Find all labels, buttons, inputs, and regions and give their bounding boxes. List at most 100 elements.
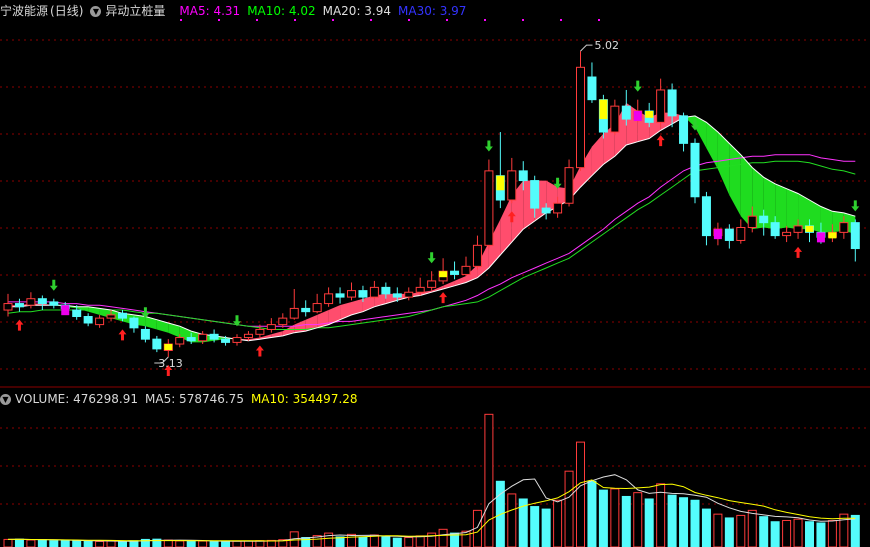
volume-bar <box>770 521 780 547</box>
candle-body <box>118 312 127 319</box>
volume-bar <box>827 519 837 547</box>
candle-body <box>232 337 242 343</box>
top-marker-dot <box>484 19 486 21</box>
ma-ribbon-segment <box>786 188 799 230</box>
candle-body <box>450 270 460 275</box>
candle-body <box>347 290 356 298</box>
volume-bar <box>14 538 24 547</box>
candle-body <box>621 105 631 120</box>
candle-body <box>369 286 379 298</box>
top-marker-dot <box>446 19 448 21</box>
volume-bar <box>72 540 82 547</box>
volume-bar <box>427 532 437 547</box>
volume-bar <box>243 540 253 547</box>
candle-body <box>209 333 219 340</box>
volume-bar <box>564 470 574 547</box>
volume-bar <box>713 513 723 547</box>
signal-yellow-bar <box>496 175 505 191</box>
volume-bar <box>747 509 757 547</box>
volume-bar <box>736 514 746 547</box>
candle-body <box>518 170 528 182</box>
volume-bar <box>644 498 654 547</box>
arrow-down-icon <box>851 200 860 212</box>
candle-body <box>507 170 517 201</box>
candle-body <box>610 105 620 133</box>
volume-bar <box>793 518 803 547</box>
top-marker-dot <box>408 19 410 21</box>
candle-body <box>484 170 494 246</box>
volume-bar <box>850 514 860 547</box>
candle-body <box>198 333 208 342</box>
volume-bar <box>60 539 70 547</box>
candle-body <box>656 89 666 123</box>
volume-bar <box>701 508 711 547</box>
stock-chart[interactable]: 5.02 3.13 <box>0 0 870 547</box>
top-marker-dot <box>370 19 372 21</box>
volume-bar <box>347 533 356 547</box>
top-marker-dot <box>256 19 258 21</box>
low-label: 3.13 <box>158 357 183 370</box>
volume-bar <box>507 493 517 547</box>
volume-bar <box>724 517 734 547</box>
volume-bar <box>415 535 425 547</box>
candle-body <box>850 222 860 250</box>
volume-bar <box>232 540 242 547</box>
volume-bar <box>805 521 814 547</box>
volume-bar <box>667 494 677 547</box>
volume-bar <box>759 516 769 547</box>
arrow-down-icon <box>49 279 58 291</box>
volume-bar <box>541 508 551 547</box>
candle-body <box>381 286 391 295</box>
signal-yellow-bar <box>645 111 654 118</box>
candle-body <box>95 317 105 326</box>
candle-body <box>335 293 345 298</box>
ma-ribbon-segment <box>500 195 512 256</box>
candle-body <box>839 222 849 233</box>
volume-bar <box>633 492 643 547</box>
candle-body <box>152 338 162 350</box>
arrow-up-icon <box>794 246 803 258</box>
candle-body <box>541 207 551 214</box>
candle-body <box>690 142 700 198</box>
candle-body <box>83 316 93 324</box>
volume-bar <box>198 540 208 547</box>
volume-bar <box>3 538 13 547</box>
candle-body <box>14 303 24 308</box>
arrow-up-icon <box>656 135 665 147</box>
volume-bar <box>358 536 368 547</box>
volume-bar <box>679 497 689 547</box>
volume-bar <box>530 506 540 547</box>
ma-ribbon-segment <box>168 322 180 338</box>
volume-bar <box>404 537 414 547</box>
candle-body <box>266 324 276 330</box>
candle-body <box>667 89 677 117</box>
candle-body <box>106 314 116 319</box>
candle-body <box>72 309 82 318</box>
candle-body <box>415 286 425 293</box>
signal-magenta-bar <box>633 111 642 121</box>
candle-body <box>747 215 757 229</box>
volume-bar <box>209 540 219 547</box>
arrow-up-icon <box>439 292 448 304</box>
candle-body <box>140 328 150 340</box>
candle-body <box>175 337 185 345</box>
volume-bar <box>186 540 196 547</box>
arrow-down-icon <box>633 80 642 92</box>
candle-body <box>724 228 734 241</box>
candle-body <box>278 317 288 326</box>
volume-bar <box>484 413 494 547</box>
candle-body <box>461 265 471 275</box>
signal-yellow-bar <box>805 225 814 232</box>
volume-bar <box>95 540 105 547</box>
arrow-down-icon <box>484 140 493 152</box>
arrow-up-icon <box>255 345 264 357</box>
top-marker-dot <box>598 19 600 21</box>
volume-bar <box>816 522 826 547</box>
candle-body <box>472 244 482 267</box>
signal-magenta-bar <box>713 229 722 240</box>
candle-body <box>37 298 47 305</box>
candle-body <box>312 303 322 313</box>
volume-bar <box>129 540 139 547</box>
candle-body <box>255 328 265 335</box>
signal-yellow-bar <box>439 271 448 278</box>
